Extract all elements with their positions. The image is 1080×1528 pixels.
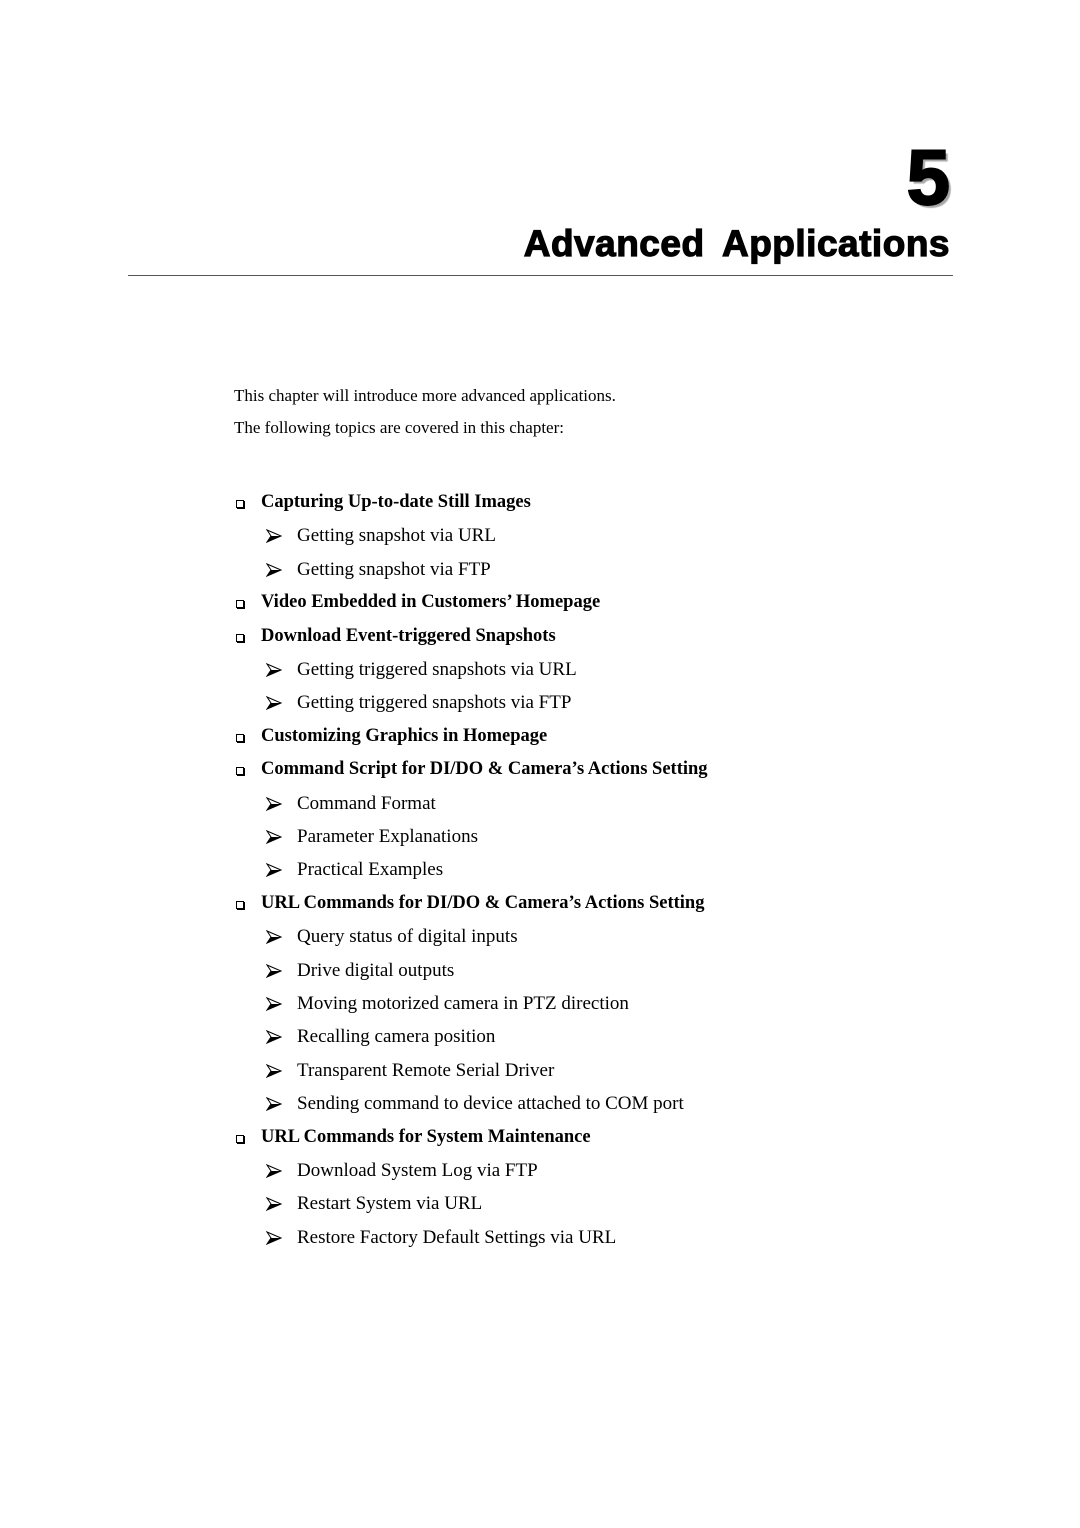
arrowhead-bullet-icon bbox=[265, 1197, 283, 1212]
topic-section-title: Command Script for DI/DO & Camera’s Acti… bbox=[261, 759, 708, 780]
arrowhead-bullet-icon bbox=[265, 829, 283, 845]
topic-item-label: Drive digital outputs bbox=[297, 959, 455, 981]
arrowhead-bullet-icon bbox=[265, 1230, 283, 1245]
hollow-square-bullet-icon bbox=[236, 633, 244, 642]
arrowhead-bullet-icon bbox=[265, 996, 283, 1012]
topic-item-label: Moving motorized camera in PTZ direction bbox=[297, 993, 629, 1014]
topic-item-label: Command Format bbox=[297, 792, 436, 814]
arrowhead-bullet-icon bbox=[265, 863, 283, 878]
hollow-square-bullet-icon bbox=[236, 500, 244, 508]
arrowhead-bullet-icon bbox=[265, 562, 283, 577]
topic-section-title: URL Commands for System Maintenance bbox=[261, 1126, 591, 1147]
topic-item-label: Query status of digital inputs bbox=[297, 926, 518, 948]
title-rule bbox=[128, 275, 953, 276]
topic-item-label: Download System Log via FTP bbox=[297, 1160, 538, 1181]
hollow-square-bullet-icon bbox=[236, 1134, 244, 1143]
topic-section-title: Video Embedded in Customers’ Homepage bbox=[261, 592, 601, 613]
topic-section-title: Download Event-triggered Snapshots bbox=[261, 625, 556, 646]
arrowhead-bullet-icon bbox=[265, 1163, 283, 1179]
arrowhead-bullet-icon bbox=[265, 1097, 283, 1112]
topic-item-label: Recalling camera position bbox=[297, 1026, 496, 1048]
topic-section-title: Capturing Up-to-date Still Images bbox=[261, 492, 531, 512]
arrowhead-bullet-icon bbox=[265, 1063, 283, 1078]
topic-item-label: Restart System via URL bbox=[297, 1193, 483, 1215]
topic-item-label: Getting triggered snapshots via URL bbox=[297, 659, 577, 680]
topic-item-label: Getting snapshot via URL bbox=[297, 525, 496, 547]
topic-item-label: Practical Examples bbox=[297, 859, 444, 881]
arrowhead-bullet-icon bbox=[265, 696, 283, 711]
topic-item-label: Restore Factory Default Settings via URL bbox=[297, 1226, 617, 1248]
hollow-square-bullet-icon bbox=[236, 733, 244, 742]
topic-section-title: Customizing Graphics in Homepage bbox=[261, 725, 548, 746]
arrowhead-bullet-icon bbox=[265, 529, 283, 544]
intro-line-2: The following topics are covered in this… bbox=[234, 418, 564, 437]
arrowhead-bullet-icon bbox=[265, 930, 283, 945]
chapter-title: Advanced Applications bbox=[523, 223, 950, 264]
hollow-square-bullet-icon bbox=[236, 767, 244, 776]
topic-item-label: Sending command to device attached to CO… bbox=[297, 1093, 684, 1115]
topic-section-title: URL Commands for DI/DO & Camera’s Action… bbox=[261, 892, 705, 913]
arrowhead-bullet-icon bbox=[265, 963, 283, 978]
hollow-square-bullet-icon bbox=[236, 600, 244, 609]
topic-item-label: Getting snapshot via FTP bbox=[297, 558, 491, 580]
arrowhead-bullet-icon bbox=[265, 662, 283, 678]
arrowhead-bullet-icon bbox=[265, 796, 283, 811]
hollow-square-bullet-icon bbox=[236, 900, 244, 909]
chapter-number: 5 bbox=[906, 133, 951, 221]
topic-item-label: Getting triggered snapshots via FTP bbox=[297, 692, 572, 714]
topic-item-label: Parameter Explanations bbox=[297, 826, 478, 847]
arrowhead-bullet-icon bbox=[265, 1030, 283, 1045]
topic-item-label: Transparent Remote Serial Driver bbox=[297, 1059, 555, 1081]
intro-line-1: This chapter will introduce more advance… bbox=[234, 386, 616, 405]
